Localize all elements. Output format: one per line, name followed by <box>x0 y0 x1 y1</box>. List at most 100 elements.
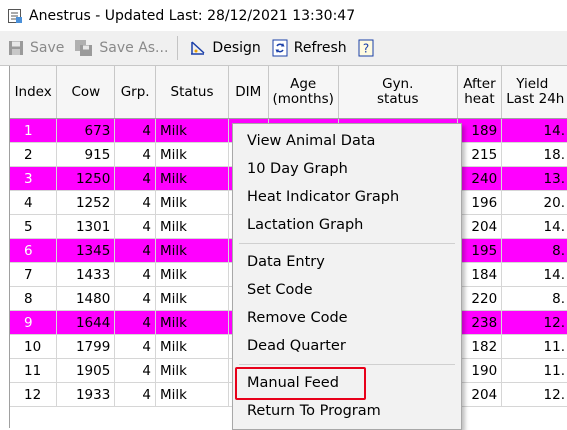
cell-yield[interactable]: 8. <box>501 286 567 311</box>
cell-cow[interactable]: 1799 <box>56 334 116 359</box>
cell-cow[interactable]: 673 <box>56 118 116 143</box>
column-header-cow[interactable]: Cow <box>56 66 116 119</box>
cell-grp[interactable]: 4 <box>114 382 156 407</box>
refresh-button[interactable]: Refresh <box>268 35 350 61</box>
cell-cow[interactable]: 1644 <box>56 310 116 335</box>
cell-status[interactable]: Milk <box>155 286 230 311</box>
cell-index[interactable]: 2 <box>10 142 58 167</box>
cell-status[interactable]: Milk <box>155 358 230 383</box>
save-icon <box>9 41 23 55</box>
cell-grp[interactable]: 4 <box>114 286 156 311</box>
help-button[interactable]: ? <box>354 35 383 61</box>
cell-index[interactable]: 3 <box>10 166 58 191</box>
menu-item-view-animal-data[interactable]: View Animal Data <box>247 132 375 150</box>
cell-cow[interactable]: 1933 <box>56 382 116 407</box>
cell-yield[interactable]: 13. <box>501 166 567 191</box>
cell-grp[interactable]: 4 <box>114 334 156 359</box>
design-button[interactable]: Design <box>186 35 263 61</box>
cell-index[interactable]: 9 <box>10 310 58 335</box>
cell-status[interactable]: Milk <box>155 166 230 191</box>
cell-grp[interactable]: 4 <box>114 214 156 239</box>
cell-grp[interactable]: 4 <box>114 190 156 215</box>
cell-after-heat[interactable]: 184 <box>457 262 503 287</box>
cell-after-heat[interactable]: 220 <box>457 286 503 311</box>
cell-status[interactable]: Milk <box>155 310 230 335</box>
cell-after-heat[interactable]: 196 <box>457 190 503 215</box>
cell-grp[interactable]: 4 <box>114 262 156 287</box>
cell-after-heat[interactable]: 182 <box>457 334 503 359</box>
cell-yield[interactable]: 14. <box>501 118 567 143</box>
cell-yield[interactable]: 18. <box>501 142 567 167</box>
menu-item-return-to-program[interactable]: Return To Program <box>247 402 381 420</box>
cell-index[interactable]: 8 <box>10 286 58 311</box>
cell-cow[interactable]: 1345 <box>56 238 116 263</box>
save-label: Save <box>30 40 65 56</box>
cell-grp[interactable]: 4 <box>114 238 156 263</box>
cell-cow[interactable]: 915 <box>56 142 116 167</box>
cell-after-heat[interactable]: 240 <box>457 166 503 191</box>
cell-grp[interactable]: 4 <box>114 166 156 191</box>
cell-index[interactable]: 5 <box>10 214 58 239</box>
cell-status[interactable]: Milk <box>155 262 230 287</box>
cell-cow[interactable]: 1301 <box>56 214 116 239</box>
cell-cow[interactable]: 1252 <box>56 190 116 215</box>
cell-status[interactable]: Milk <box>155 238 230 263</box>
cell-index[interactable]: 4 <box>10 190 58 215</box>
menu-item-lactation-graph[interactable]: Lactation Graph <box>247 216 363 234</box>
cell-index[interactable]: 7 <box>10 262 58 287</box>
save-button[interactable]: Save <box>4 35 67 61</box>
menu-separator <box>239 364 455 365</box>
cell-after-heat[interactable]: 189 <box>457 118 503 143</box>
cell-yield[interactable]: 20. <box>501 190 567 215</box>
cell-cow[interactable]: 1480 <box>56 286 116 311</box>
cell-after-heat[interactable]: 204 <box>457 382 503 407</box>
cell-grp[interactable]: 4 <box>114 358 156 383</box>
cell-after-heat[interactable]: 204 <box>457 214 503 239</box>
column-header-index[interactable]: Index <box>10 66 58 119</box>
menu-item-manual-feed[interactable]: Manual Feed <box>247 374 339 392</box>
column-header-after-heat[interactable]: After heat <box>457 66 503 119</box>
cell-yield[interactable]: 14. <box>501 262 567 287</box>
column-header-status[interactable]: Status <box>155 66 230 119</box>
menu-item-data-entry[interactable]: Data Entry <box>247 253 325 271</box>
column-header-age[interactable]: Age (months) <box>268 66 339 119</box>
column-header-dim[interactable]: DIM <box>228 66 269 119</box>
cell-index[interactable]: 11 <box>10 358 58 383</box>
cell-cow[interactable]: 1433 <box>56 262 116 287</box>
cell-cow[interactable]: 1905 <box>56 358 116 383</box>
cell-yield[interactable]: 12. <box>501 310 567 335</box>
cell-grp[interactable]: 4 <box>114 310 156 335</box>
cell-status[interactable]: Milk <box>155 142 230 167</box>
menu-item-10-day-graph[interactable]: 10 Day Graph <box>247 160 348 178</box>
cell-status[interactable]: Milk <box>155 334 230 359</box>
cell-yield[interactable]: 11. <box>501 334 567 359</box>
cell-after-heat[interactable]: 195 <box>457 238 503 263</box>
column-header-grp[interactable]: Grp. <box>114 66 156 119</box>
cell-after-heat[interactable]: 238 <box>457 310 503 335</box>
cell-yield[interactable]: 11. <box>501 358 567 383</box>
cell-cow[interactable]: 1250 <box>56 166 116 191</box>
cell-status[interactable]: Milk <box>155 190 230 215</box>
cell-index[interactable]: 6 <box>10 238 58 263</box>
cell-status[interactable]: Milk <box>155 118 230 143</box>
cell-yield[interactable]: 14. <box>501 214 567 239</box>
column-header-gyn-status[interactable]: Gyn. status <box>338 66 458 119</box>
svg-text:?: ? <box>362 42 368 56</box>
cell-index[interactable]: 10 <box>10 334 58 359</box>
cell-yield[interactable]: 12. <box>501 382 567 407</box>
cell-status[interactable]: Milk <box>155 214 230 239</box>
cell-yield[interactable]: 8. <box>501 238 567 263</box>
cell-index[interactable]: 1 <box>10 118 58 143</box>
menu-item-dead-quarter[interactable]: Dead Quarter <box>247 337 346 355</box>
cell-after-heat[interactable]: 190 <box>457 358 503 383</box>
menu-item-remove-code[interactable]: Remove Code <box>247 309 348 327</box>
cell-after-heat[interactable]: 215 <box>457 142 503 167</box>
save-as-button[interactable]: Save As... <box>71 35 171 61</box>
menu-item-heat-indicator-graph[interactable]: Heat Indicator Graph <box>247 188 399 206</box>
cell-status[interactable]: Milk <box>155 382 230 407</box>
column-header-yield[interactable]: Yield Last 24h <box>501 66 567 119</box>
menu-item-set-code[interactable]: Set Code <box>247 281 313 299</box>
cell-grp[interactable]: 4 <box>114 118 156 143</box>
cell-index[interactable]: 12 <box>10 382 58 407</box>
cell-grp[interactable]: 4 <box>114 142 156 167</box>
